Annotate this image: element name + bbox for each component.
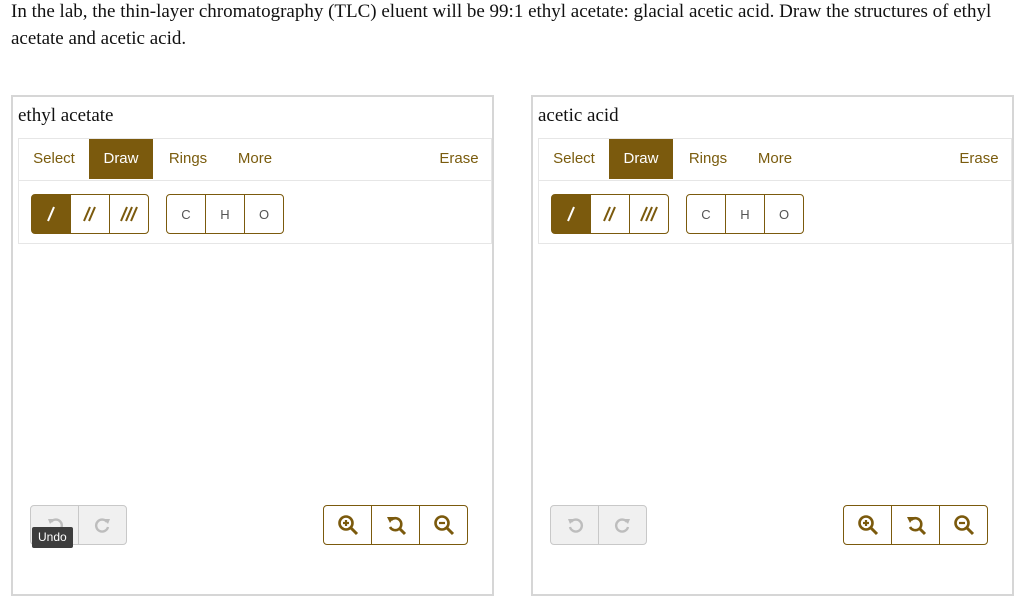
- zoom-out-icon: [953, 515, 974, 536]
- panel-title: ethyl acetate: [18, 105, 114, 126]
- panel-title: acetic acid: [538, 105, 619, 126]
- tab-more[interactable]: More: [223, 139, 287, 179]
- zoom-reset-icon: [386, 516, 406, 536]
- bond-buttons: [551, 194, 669, 234]
- zoom-buttons: [843, 505, 988, 545]
- triple-bond-button[interactable]: [109, 194, 149, 234]
- single-bond-icon: [567, 206, 575, 222]
- triple-bond-icon: [120, 206, 138, 222]
- atom-o-button[interactable]: O: [244, 194, 284, 234]
- zoom-out-button[interactable]: [939, 505, 988, 545]
- tool-tabs: Select Draw Rings More Erase: [19, 139, 491, 181]
- single-bond-icon: [47, 206, 55, 222]
- drawing-canvas[interactable]: [18, 247, 492, 497]
- undo-tooltip: Undo: [32, 527, 73, 548]
- zoom-out-icon: [433, 515, 454, 536]
- tab-more[interactable]: More: [743, 139, 807, 179]
- zoom-reset-button[interactable]: [371, 505, 420, 545]
- redo-button[interactable]: [78, 505, 127, 545]
- zoom-in-icon: [337, 515, 358, 536]
- double-bond-button[interactable]: [590, 194, 630, 234]
- undo-button[interactable]: [550, 505, 599, 545]
- zoom-reset-icon: [906, 516, 926, 536]
- double-bond-icon: [603, 206, 616, 222]
- tab-rings[interactable]: Rings: [673, 139, 743, 179]
- drawing-toolbar: Select Draw Rings More Erase C H O: [18, 138, 492, 244]
- zoom-in-icon: [857, 515, 878, 536]
- drawing-canvas[interactable]: [538, 247, 1012, 497]
- undo-icon: [567, 518, 583, 533]
- single-bond-button[interactable]: [551, 194, 591, 234]
- undo-redo-buttons: [550, 505, 647, 545]
- triple-bond-icon: [640, 206, 658, 222]
- tab-select[interactable]: Select: [19, 139, 89, 179]
- zoom-buttons: [323, 505, 468, 545]
- tab-select[interactable]: Select: [539, 139, 609, 179]
- tab-rings[interactable]: Rings: [153, 139, 223, 179]
- atom-c-button[interactable]: C: [686, 194, 726, 234]
- atom-h-button[interactable]: H: [725, 194, 765, 234]
- redo-icon: [94, 518, 110, 533]
- tab-draw[interactable]: Draw: [609, 139, 673, 179]
- tool-tabs: Select Draw Rings More Erase: [539, 139, 1011, 181]
- atom-c-button[interactable]: C: [166, 194, 206, 234]
- tab-erase[interactable]: Erase: [429, 139, 489, 179]
- double-bond-icon: [83, 206, 96, 222]
- zoom-in-button[interactable]: [843, 505, 892, 545]
- tab-draw[interactable]: Draw: [89, 139, 153, 179]
- zoom-in-button[interactable]: [323, 505, 372, 545]
- drawing-toolbar: Select Draw Rings More Erase C H O: [538, 138, 1012, 244]
- atom-o-button[interactable]: O: [764, 194, 804, 234]
- atom-h-button[interactable]: H: [205, 194, 245, 234]
- single-bond-button[interactable]: [31, 194, 71, 234]
- tab-erase[interactable]: Erase: [949, 139, 1009, 179]
- atom-buttons: C H O: [686, 194, 804, 234]
- double-bond-button[interactable]: [70, 194, 110, 234]
- zoom-reset-button[interactable]: [891, 505, 940, 545]
- atom-buttons: C H O: [166, 194, 284, 234]
- bond-buttons: [31, 194, 149, 234]
- triple-bond-button[interactable]: [629, 194, 669, 234]
- question-text: In the lab, the thin-layer chromatograph…: [11, 1, 992, 49]
- drawing-panel-ethyl-acetate: ethyl acetate Select Draw Rings More Era…: [11, 95, 494, 596]
- redo-button[interactable]: [598, 505, 647, 545]
- redo-icon: [614, 518, 630, 533]
- drawing-panel-acetic-acid: acetic acid Select Draw Rings More Erase…: [531, 95, 1014, 596]
- zoom-out-button[interactable]: [419, 505, 468, 545]
